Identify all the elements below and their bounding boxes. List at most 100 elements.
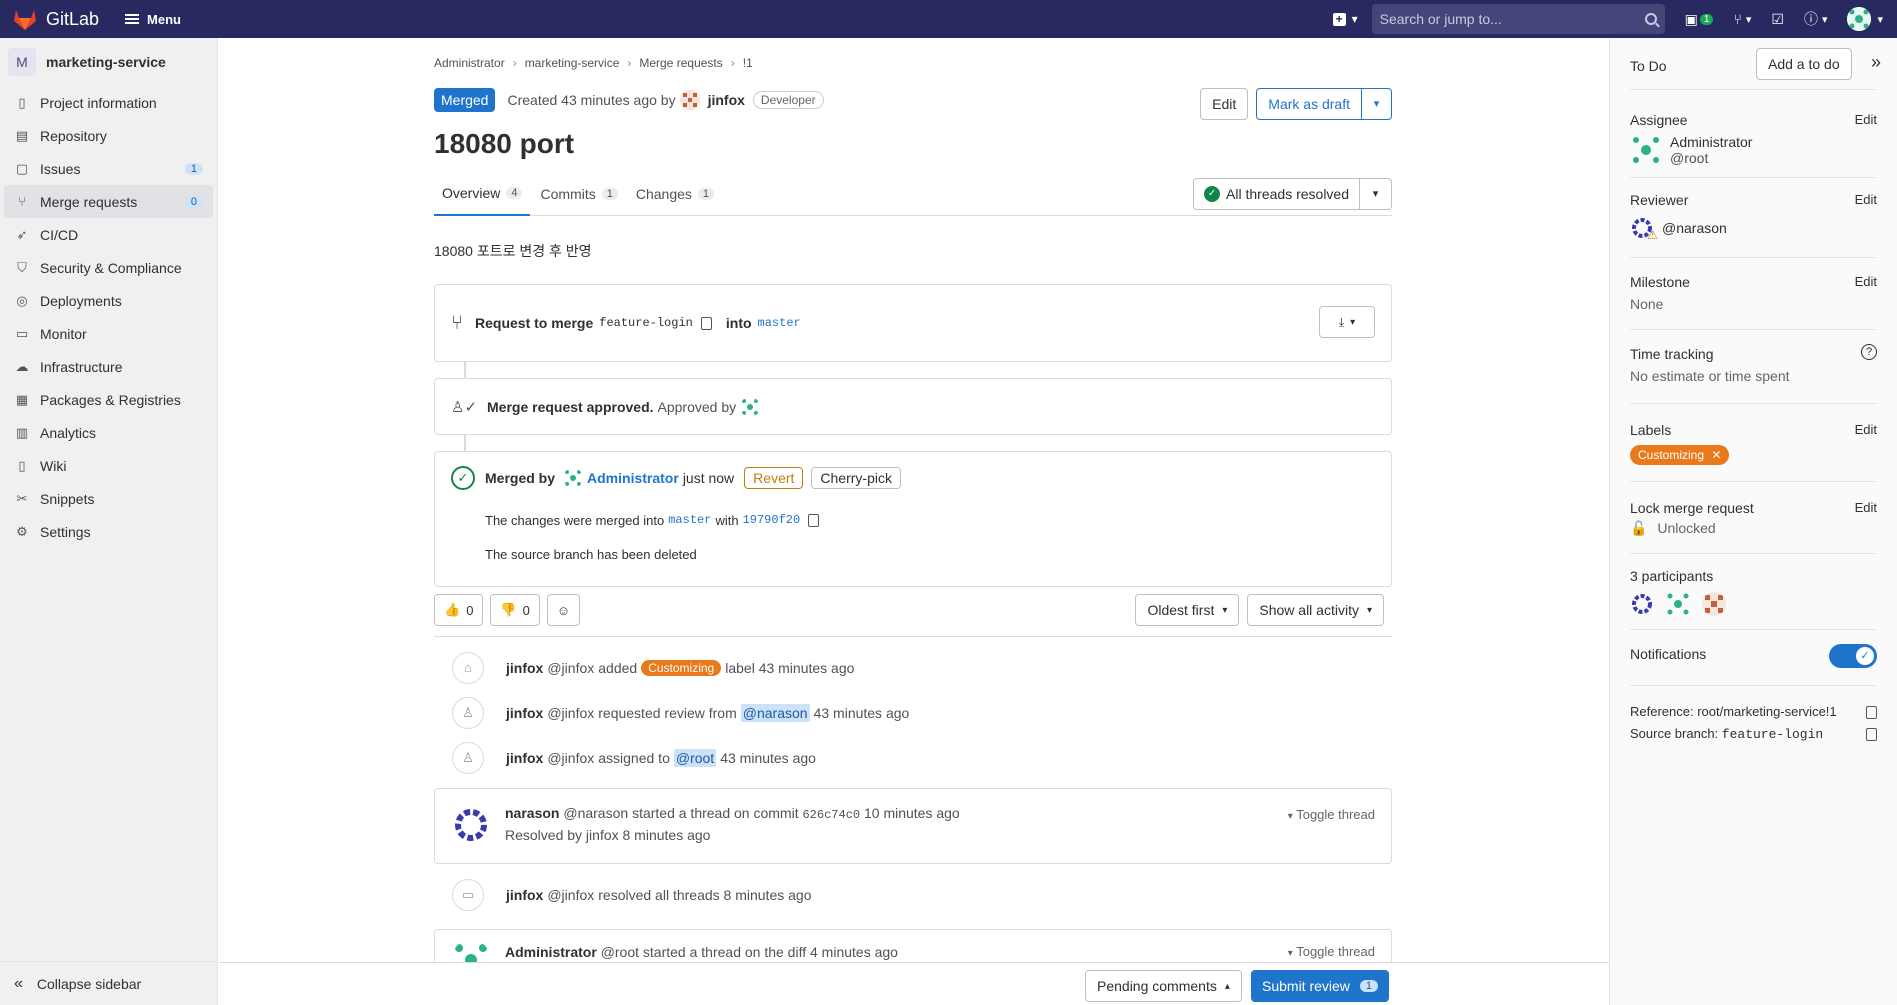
collapse-right-sidebar-icon[interactable]: »: [1871, 52, 1881, 73]
participant-avatar[interactable]: [1630, 592, 1654, 616]
breadcrumb-item[interactable]: marketing-service: [525, 56, 620, 70]
reviewer-block: Reviewer Edit ⚠ @narason: [1630, 178, 1877, 258]
sidebar-item-merge-requests[interactable]: ⑂ Merge requests 0: [4, 185, 213, 218]
sidebar-item-packages[interactable]: ▦ Packages & Registries: [0, 383, 217, 416]
system-note: ♙ jinfox @jinfox assigned to @root 43 mi…: [434, 735, 1392, 780]
issues-count: 1: [184, 162, 203, 175]
edit-button[interactable]: Edit: [1200, 88, 1249, 120]
participant-avatar[interactable]: [1666, 592, 1690, 616]
milestone-edit-button[interactable]: Edit: [1855, 274, 1877, 289]
sidebar-item-settings[interactable]: ⚙ Settings: [0, 515, 217, 548]
thumbs-up-button[interactable]: 👍 0: [434, 594, 484, 626]
assignee-avatar[interactable]: [1630, 134, 1662, 166]
user-mention[interactable]: @narason: [740, 703, 810, 722]
add-reaction-button[interactable]: ☺: [546, 594, 581, 626]
copy-icon[interactable]: [808, 513, 820, 527]
menu-button[interactable]: Menu: [125, 12, 181, 27]
help-dropdown[interactable]: ⓘ ▾: [1804, 9, 1828, 29]
thread-commit[interactable]: 626c74c0: [802, 808, 860, 822]
mark-as-draft-button[interactable]: Mark as draft: [1256, 88, 1362, 120]
sidebar-item-issues[interactable]: ▢ Issues 1: [0, 152, 217, 185]
add-todo-button[interactable]: Add a to do: [1756, 48, 1852, 80]
threads-dropdown[interactable]: ▾: [1360, 178, 1392, 210]
copy-icon[interactable]: [1866, 706, 1877, 719]
question-icon[interactable]: ?: [1861, 344, 1877, 360]
pending-comments-button[interactable]: Pending comments ▴: [1085, 970, 1242, 1002]
labels-edit-button[interactable]: Edit: [1855, 422, 1877, 437]
sidebar-item-snippets[interactable]: ✂ Snippets: [0, 482, 217, 515]
notifications-toggle[interactable]: ✓: [1829, 644, 1877, 668]
note-user[interactable]: jinfox: [506, 660, 543, 676]
breadcrumb-item[interactable]: Merge requests: [639, 56, 722, 70]
tab-label: Changes: [635, 185, 692, 202]
user-menu[interactable]: ▾: [1847, 7, 1883, 31]
copy-icon[interactable]: [1866, 728, 1877, 741]
all-threads-resolved-button[interactable]: ✓ All threads resolved: [1193, 178, 1360, 210]
sidebar-item-monitor[interactable]: ▭ Monitor: [0, 317, 217, 350]
activity-filter-dropdown[interactable]: Show all activity ▾: [1247, 594, 1384, 626]
merger-name[interactable]: Administrator: [587, 470, 679, 486]
todos-shortcut[interactable]: ☑: [1771, 11, 1784, 28]
breadcrumb-item[interactable]: Administrator: [434, 56, 505, 70]
approver-avatar[interactable]: [740, 396, 761, 417]
author-avatar[interactable]: [679, 90, 700, 110]
close-icon[interactable]: ✕: [1711, 448, 1721, 462]
user-avatar[interactable]: [451, 805, 491, 845]
label-badge[interactable]: Customizing ✕: [1630, 445, 1730, 465]
collapse-sidebar-button[interactable]: « Collapse sidebar: [0, 961, 218, 1005]
merger-avatar[interactable]: [563, 468, 584, 488]
participant-avatar[interactable]: [1702, 592, 1726, 616]
sidebar-item-analytics[interactable]: ▥ Analytics: [0, 416, 217, 449]
copy-icon[interactable]: [700, 316, 712, 330]
merge-requests-shortcut[interactable]: ⑂ ▾: [1733, 11, 1751, 27]
lock-edit-button[interactable]: Edit: [1855, 500, 1877, 515]
gitlab-logo[interactable]: GitLab: [12, 7, 99, 31]
note-user[interactable]: jinfox: [506, 750, 543, 766]
chevron-down-icon: ▾: [1372, 188, 1379, 200]
sidebar-item-label: Snippets: [40, 490, 95, 507]
sidebar-item-deployments[interactable]: ◎ Deployments: [0, 284, 217, 317]
reviewer-handle[interactable]: @narason: [1662, 220, 1727, 236]
sidebar-item-cicd[interactable]: ➶ CI/CD: [0, 218, 217, 251]
label-badge[interactable]: Customizing: [641, 659, 722, 676]
author-name[interactable]: jinfox: [708, 92, 745, 108]
search-input[interactable]: Search or jump to...: [1371, 4, 1665, 34]
user-mention[interactable]: @root: [673, 748, 717, 767]
tab-changes[interactable]: Changes 1: [628, 172, 722, 216]
tab-overview[interactable]: Overview 4: [434, 172, 531, 216]
assignee-edit-button[interactable]: Edit: [1855, 112, 1877, 127]
thread-user[interactable]: Administrator: [505, 944, 597, 960]
sidebar-item-wiki[interactable]: ▯ Wiki: [0, 449, 217, 482]
sidebar-item-project-information[interactable]: ▯ Project information: [0, 86, 217, 119]
toggle-thread-button[interactable]: ▾ Toggle thread: [1288, 944, 1375, 959]
system-note: ♙ jinfox @jinfox requested review from @…: [434, 690, 1392, 735]
sidebar-item-repository[interactable]: ▤ Repository: [0, 119, 217, 152]
sidebar-item-security[interactable]: ⛉ Security & Compliance: [0, 251, 217, 284]
target-branch[interactable]: master: [758, 316, 801, 330]
shield-icon: ⛉: [17, 259, 27, 275]
reviewer-avatar[interactable]: ⚠: [1630, 216, 1658, 242]
new-dropdown-button[interactable]: + ▾: [1332, 12, 1358, 26]
note-user[interactable]: jinfox: [506, 887, 543, 903]
breadcrumb-item[interactable]: !1: [743, 56, 753, 70]
tag-icon: ⌂: [452, 651, 484, 684]
commit-sha[interactable]: 19790f20: [743, 513, 801, 527]
source-branch[interactable]: feature-login: [599, 316, 693, 330]
download-dropdown[interactable]: ⤓ ▾: [1319, 306, 1375, 338]
toggle-thread-button[interactable]: ▾ Toggle thread: [1288, 807, 1375, 822]
issues-shortcut[interactable]: ▣ 1: [1685, 11, 1714, 28]
cherry-pick-button[interactable]: Cherry-pick: [811, 467, 901, 489]
project-header[interactable]: M marketing-service: [0, 38, 217, 86]
submit-review-button[interactable]: Submit review 1: [1251, 970, 1390, 1002]
sidebar-item-infrastructure[interactable]: ☁ Infrastructure: [0, 350, 217, 383]
reviewer-edit-button[interactable]: Edit: [1855, 192, 1877, 207]
sort-order-dropdown[interactable]: Oldest first ▾: [1135, 594, 1240, 626]
tab-commits[interactable]: Commits 1: [532, 172, 625, 216]
revert-button[interactable]: Revert: [744, 467, 804, 489]
merged-target-branch[interactable]: master: [668, 513, 711, 527]
note-user[interactable]: jinfox: [506, 705, 543, 721]
more-actions-dropdown[interactable]: ▾: [1362, 88, 1392, 120]
assignee-name[interactable]: Administrator: [1670, 134, 1752, 150]
thread-user[interactable]: narason: [505, 805, 559, 821]
thumbs-down-button[interactable]: 👎 0: [490, 594, 540, 626]
